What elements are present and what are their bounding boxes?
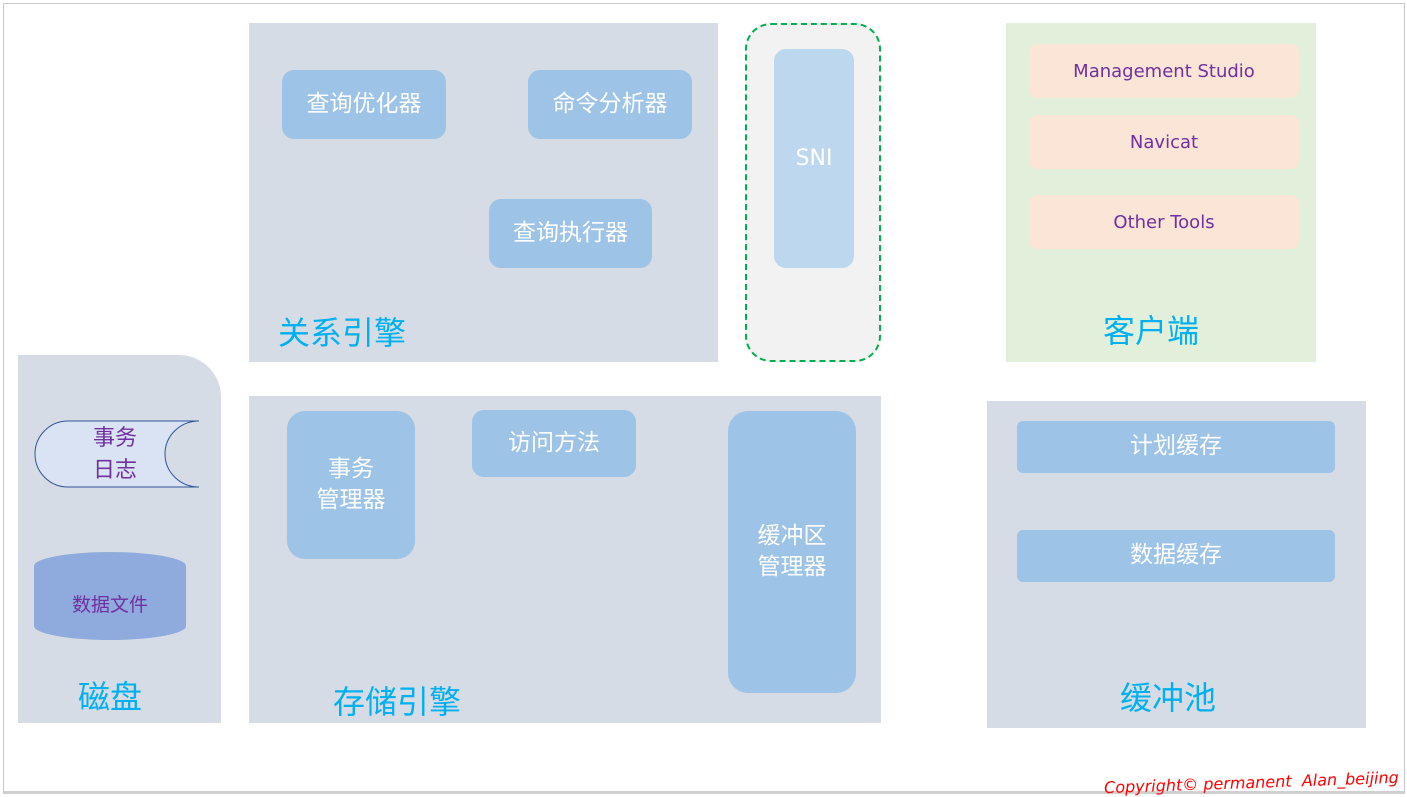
query-optimizer: 查询优化器	[282, 70, 446, 139]
sni-box: SNI	[774, 49, 854, 268]
client-title: 客户端	[1102, 312, 1200, 350]
transaction-manager: 事务 管理器	[287, 411, 415, 559]
relational-engine-title: 关系引擎	[277, 314, 407, 352]
client-navicat: Navicat	[1029, 115, 1299, 169]
transaction-log-label: 事务 日志	[92, 426, 137, 483]
client-other-tools: Other Tools	[1029, 195, 1299, 249]
query-executor: 查询执行器	[489, 199, 652, 268]
buffer-pool-title: 缓冲池	[1119, 679, 1217, 717]
data-file-label: 数据文件	[71, 594, 148, 616]
disk-panel	[18, 355, 221, 723]
plan-cache: 计划缓存	[1017, 421, 1335, 473]
data-cache: 数据缓存	[1017, 530, 1335, 582]
storage-engine-title: 存储引擎	[332, 683, 462, 721]
disk-title: 磁盘	[77, 678, 143, 716]
access-methods: 访问方法	[472, 410, 636, 477]
command-parser: 命令分析器	[528, 70, 692, 139]
client-management-studio: Management Studio	[1029, 44, 1299, 98]
buffer-manager: 缓冲区 管理器	[728, 411, 856, 693]
